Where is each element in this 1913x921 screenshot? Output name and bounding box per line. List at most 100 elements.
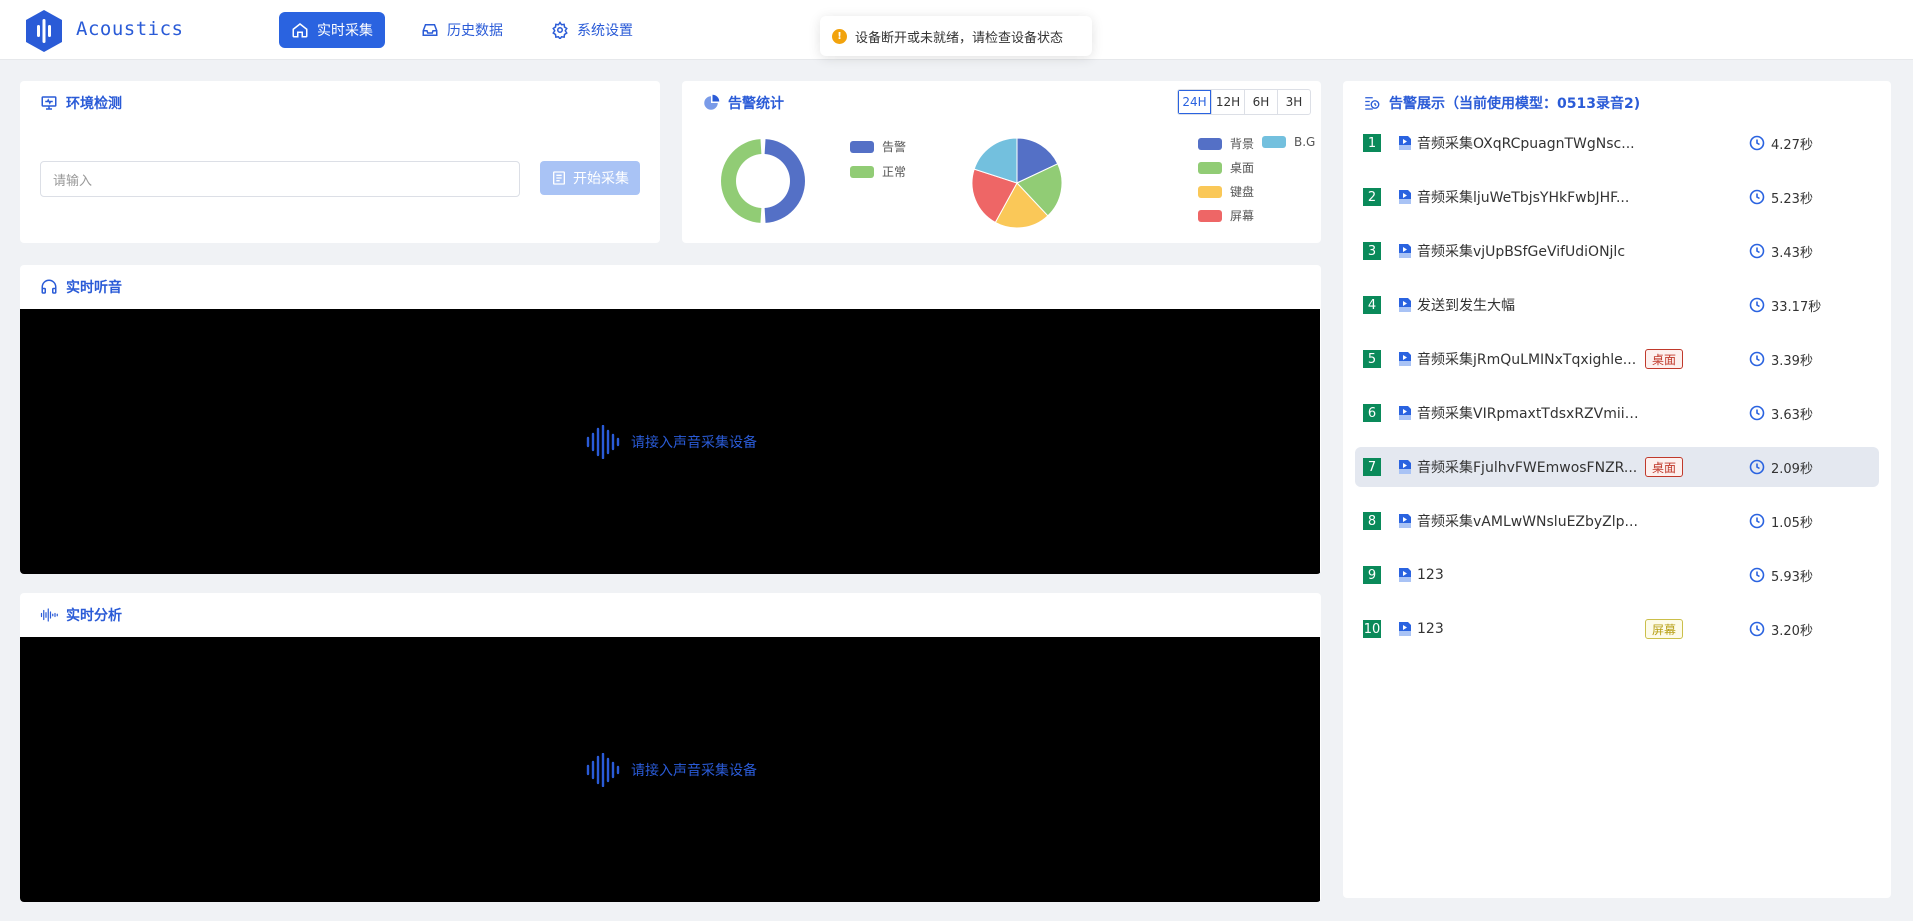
soundwave-icon: [586, 425, 620, 459]
alert-duration: 3.20秒: [1771, 623, 1813, 639]
range-24h-button[interactable]: 24H: [1178, 90, 1211, 114]
alert-tag: 桌面: [1645, 349, 1684, 369]
alert-card-title: 告警展示（当前使用模型：0513录音2): [1363, 93, 1640, 113]
device-input-placeholder: 请输入: [53, 173, 93, 189]
alert-row[interactable]: 10 123 屏幕 3.20秒: [1355, 609, 1879, 649]
alert-row[interactable]: 3 音频采集vjUpBSfGeVifUdiONjlc 3.43秒: [1355, 231, 1879, 271]
alert-row[interactable]: 2 音频采集ljuWeTbjsYHkFwbJHF... 5.23秒: [1355, 177, 1879, 217]
analysis-placeholder: 请接入声音采集设备: [585, 753, 757, 787]
device-input[interactable]: 请输入: [40, 161, 520, 197]
donut-legend-normal: 正常: [850, 163, 906, 180]
nav-settings-label: 系统设置: [577, 23, 633, 39]
clock-icon: [1749, 351, 1765, 367]
donut-legend-alarm: 告警: [850, 138, 906, 155]
range-6h-button[interactable]: 6H: [1244, 90, 1277, 114]
audio-file-icon: [1399, 190, 1411, 204]
analysis-card-title-text: 实时分析: [66, 608, 122, 624]
clock-icon: [1749, 621, 1765, 637]
alert-row[interactable]: 9 123 5.93秒: [1355, 555, 1879, 595]
alert-name: 音频采集vAMLwWNsluEZbyZlp...: [1417, 514, 1638, 530]
clock-icon: [1749, 405, 1765, 421]
alert-name: 123: [1417, 621, 1444, 637]
alert-duration: 3.39秒: [1771, 353, 1813, 369]
pie-legend-keyboard-label: 键盘: [1230, 185, 1255, 199]
audio-file-icon: [1399, 514, 1411, 528]
listen-placeholder: 请接入声音采集设备: [585, 425, 757, 459]
alarm-stats-card: 告警统计 24H 12H 6H 3H 告警 正常 背景 B.G 桌面 键盘 屏幕: [682, 81, 1321, 243]
legend-swatch: [1198, 137, 1222, 150]
alert-index: 8: [1363, 512, 1381, 530]
chart-icon: [704, 94, 720, 110]
alert-duration: 1.05秒: [1771, 515, 1813, 531]
alert-index: 3: [1363, 242, 1381, 260]
listen-card-title-text: 实时听音: [66, 280, 122, 296]
alert-row[interactable]: 6 音频采集VIRpmaxtTdsxRZVmiiVn 3.63秒: [1355, 393, 1879, 433]
clock-icon: [1749, 459, 1765, 475]
alarm-donut-chart: [721, 139, 805, 223]
alert-name: 发送到发生大幅: [1417, 298, 1515, 314]
alert-row[interactable]: 8 音频采集vAMLwWNsluEZbyZlp... 1.05秒: [1355, 501, 1879, 541]
alert-row[interactable]: 5 音频采集jRmQuLMINxTqxighle... 桌面 3.39秒: [1355, 339, 1879, 379]
start-capture-label: 开始采集: [573, 171, 629, 187]
alert-index: 5: [1363, 350, 1381, 368]
stats-card-title-text: 告警统计: [728, 96, 784, 112]
alert-row[interactable]: 1 音频采集OXqRCpuagnTWgNsc... 4.27秒: [1355, 123, 1879, 163]
start-capture-button[interactable]: 开始采集: [540, 161, 640, 195]
analysis-visual-area: 请接入声音采集设备: [20, 637, 1320, 902]
alert-duration: 3.43秒: [1771, 245, 1813, 261]
donut-legend-alarm-label: 告警: [882, 140, 907, 154]
legend-swatch: [1262, 136, 1286, 148]
audio-file-icon: [1399, 136, 1411, 150]
pie-legend-bg: B.G: [1262, 135, 1315, 149]
donut-slice: [721, 139, 762, 223]
home-icon: [292, 23, 308, 38]
alert-name: 音频采集vjUpBSfGeVifUdiONjlc: [1417, 244, 1626, 260]
alert-index: 1: [1363, 134, 1381, 152]
alert-duration: 4.27秒: [1771, 137, 1813, 153]
pie-legend-desk-label: 桌面: [1230, 161, 1255, 175]
alert-index: 7: [1363, 458, 1381, 476]
clock-icon: [1749, 189, 1765, 205]
audio-file-icon: [1399, 352, 1411, 366]
realtime-analysis-card: 实时分析 请接入声音采集设备: [20, 593, 1321, 902]
clock-icon: [1749, 135, 1765, 151]
range-3h-button[interactable]: 3H: [1277, 90, 1310, 114]
clock-icon: [1749, 567, 1765, 583]
donut-legend-normal-label: 正常: [882, 165, 907, 179]
headphones-icon: [41, 279, 57, 294]
nav-settings[interactable]: 系统设置: [539, 12, 645, 48]
nav-history[interactable]: 历史数据: [409, 12, 515, 48]
analysis-card-title: 实时分析: [40, 605, 122, 625]
pie-legend-bg-label: B.G: [1294, 135, 1316, 149]
audio-file-icon: [1399, 244, 1411, 258]
legend-swatch: [1198, 161, 1222, 174]
alert-row[interactable]: 7 音频采集FjulhvFWEmwosFNZR... 桌面 2.09秒: [1355, 447, 1879, 487]
alert-tag: 桌面: [1645, 457, 1684, 477]
warning-icon: !: [832, 28, 847, 44]
pie-legend-screen-label: 屏幕: [1230, 209, 1255, 223]
audio-file-icon: [1399, 622, 1411, 636]
range-12h-button[interactable]: 12H: [1211, 90, 1244, 114]
listen-card-title: 实时听音: [40, 277, 122, 297]
env-card-title-text: 环境检测: [66, 96, 122, 112]
env-card-title: 环境检测: [40, 93, 122, 113]
listen-visual-area: 请接入声音采集设备: [20, 309, 1320, 574]
alert-index: 9: [1363, 566, 1381, 584]
soundwave-icon: [586, 753, 620, 787]
capture-icon: [553, 171, 565, 185]
legend-swatch: [1198, 185, 1222, 198]
stats-card-title: 告警统计: [702, 93, 784, 113]
waveform-icon: [40, 608, 58, 622]
pie-legend-background-label: 背景: [1230, 137, 1255, 151]
pie-legend-background: 背景: [1198, 135, 1254, 152]
alert-index: 4: [1363, 296, 1381, 314]
category-pie-chart: [971, 137, 1063, 229]
nav-realtime[interactable]: 实时采集: [279, 12, 385, 48]
alert-row[interactable]: 4 发送到发生大幅 33.17秒: [1355, 285, 1879, 325]
pie-legend-screen: 屏幕: [1198, 207, 1254, 224]
pie-legend-keyboard: 键盘: [1198, 183, 1254, 200]
alert-tag: 屏幕: [1645, 619, 1684, 639]
alert-display-card: 告警展示（当前使用模型：0513录音2) 1 音频采集OXqRCpuagnTWgN…: [1343, 81, 1891, 898]
toast-message: 设备断开或未就绪，请检查设备状态: [855, 30, 1064, 46]
alert-name: 音频采集ljuWeTbjsYHkFwbJHF...: [1417, 190, 1630, 206]
